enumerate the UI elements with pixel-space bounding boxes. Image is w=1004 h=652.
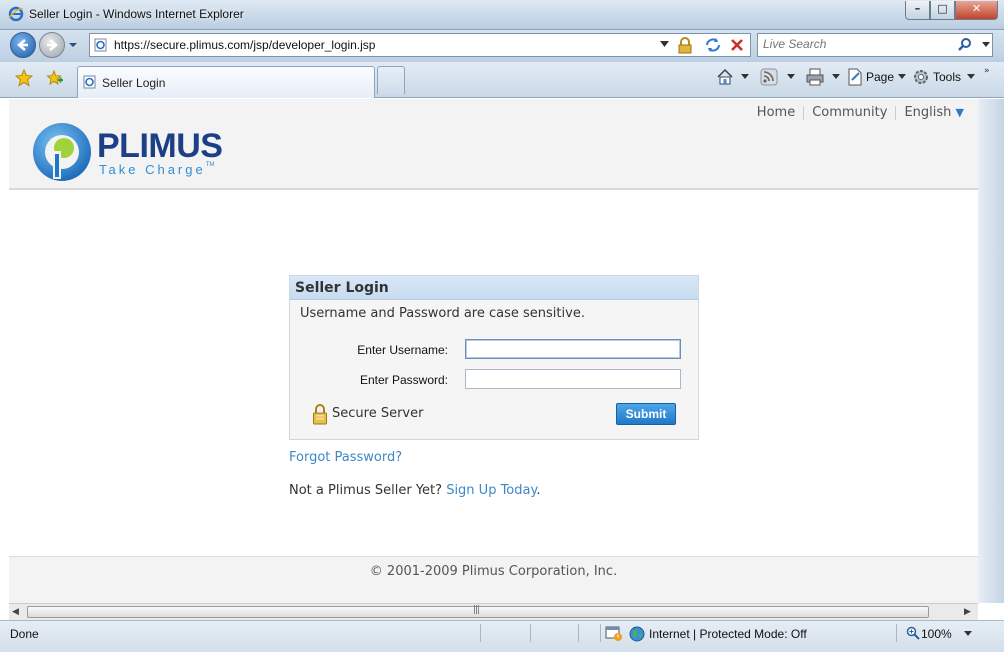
signup-link[interactable]: Sign Up Today	[446, 483, 536, 498]
window-titlebar: Seller Login - Windows Internet Explorer…	[0, 0, 1004, 30]
scroll-left-arrow-icon[interactable]: ◀	[12, 607, 19, 617]
zoom-level[interactable]: 100%	[921, 627, 952, 641]
login-title: Seller Login	[295, 280, 389, 296]
status-divider	[480, 624, 481, 642]
close-button[interactable]: ✕	[955, 1, 998, 20]
refresh-button[interactable]	[703, 36, 723, 54]
case-sensitivity-note: Username and Password are case sensitive…	[300, 306, 585, 321]
status-divider	[578, 624, 579, 642]
page-menu-icon	[848, 68, 862, 86]
back-arrow-icon	[17, 39, 28, 51]
language-selector[interactable]: English ▼	[896, 105, 972, 120]
forward-button[interactable]	[39, 32, 65, 58]
status-bar: Done Internet | Protected Mode: Off 100%	[0, 620, 1004, 652]
copyright-text: © 2001-2009 Plimus Corporation, Inc.	[369, 564, 618, 579]
logo-tagline: Take ChargeTM	[99, 162, 214, 177]
scroll-right-arrow-icon[interactable]: ▶	[964, 607, 971, 617]
page-icon	[83, 75, 96, 89]
signup-prompt: Not a Plimus Seller Yet? Sign Up Today.	[289, 483, 540, 498]
home-dropdown-icon[interactable]	[741, 74, 749, 80]
signup-suffix: .	[536, 483, 541, 498]
print-icon[interactable]	[806, 68, 824, 86]
refresh-icon	[706, 38, 720, 52]
tools-dropdown-icon[interactable]	[967, 74, 975, 80]
tab-seller-login[interactable]: Seller Login	[77, 66, 375, 98]
status-text: Done	[10, 627, 39, 641]
home-icon[interactable]	[716, 68, 734, 86]
username-label: Enter Username:	[357, 343, 448, 357]
plimus-logo-mark-icon	[33, 123, 91, 181]
password-field[interactable]	[465, 369, 681, 389]
gear-icon	[914, 70, 928, 84]
recent-pages-dropdown-icon[interactable]	[68, 40, 78, 50]
site-header: Home Community English ▼ PLIMUS Take Charg…	[9, 99, 978, 190]
plimus-logo[interactable]: PLIMUS Take ChargeTM	[31, 121, 231, 183]
secure-server-label: Secure Server	[332, 406, 424, 421]
seller-login-panel: Seller Login Username and Password are c…	[289, 275, 699, 440]
close-icon: ✕	[971, 2, 982, 15]
stop-icon	[731, 39, 743, 51]
popup-blocker-icon[interactable]	[605, 626, 623, 642]
scrollbar-grip-icon: |||	[473, 605, 480, 615]
logo-trademark: TM	[205, 162, 215, 168]
window-right-edge	[978, 99, 1004, 603]
forgot-password-link[interactable]: Forgot Password?	[289, 450, 402, 465]
site-footer: © 2001-2009 Plimus Corporation, Inc.	[9, 556, 978, 603]
ie-logo-icon	[8, 6, 24, 22]
address-bar[interactable]	[89, 33, 751, 57]
search-provider-dropdown-icon[interactable]	[982, 42, 990, 48]
command-overflow-chevron-icon[interactable]: »	[984, 66, 990, 76]
tab-label: Seller Login	[102, 76, 166, 90]
search-input[interactable]	[763, 37, 953, 51]
horizontal-scrollbar[interactable]: ◀ ||| ▶	[9, 603, 978, 620]
padlock-icon	[313, 404, 327, 425]
nav-home-link[interactable]: Home	[749, 105, 803, 120]
nav-community-link[interactable]: Community	[804, 105, 895, 120]
status-divider	[600, 624, 601, 642]
zoom-icon[interactable]	[906, 626, 920, 640]
maximize-button[interactable]: □	[930, 1, 955, 20]
forward-arrow-icon	[47, 39, 58, 51]
security-zone-text[interactable]: Internet | Protected Mode: Off	[649, 627, 807, 641]
password-label: Enter Password:	[359, 373, 448, 387]
feeds-icon[interactable]	[760, 68, 778, 86]
language-dropdown-icon: ▼	[955, 106, 964, 119]
page-icon	[94, 38, 107, 52]
navigation-bar	[0, 30, 1004, 62]
username-field[interactable]	[465, 339, 681, 359]
logo-tagline-text: Take Charge	[99, 162, 206, 177]
submit-button[interactable]: Submit	[616, 403, 676, 425]
logo-wordmark: PLIMUS	[97, 127, 223, 165]
tab-and-command-bar: Seller Login Page Tools »	[0, 62, 1004, 98]
window-title: Seller Login - Windows Internet Explorer	[29, 7, 244, 21]
ssl-lock-icon[interactable]	[677, 37, 693, 54]
search-icon[interactable]	[957, 37, 973, 53]
address-dropdown-icon[interactable]	[660, 41, 669, 48]
maximize-icon: □	[937, 2, 948, 15]
page-viewport: Home Community English ▼ PLIMUS Take Charg…	[9, 99, 978, 603]
print-dropdown-icon[interactable]	[832, 74, 840, 80]
tools-menu[interactable]: Tools	[933, 70, 961, 84]
signup-prefix: Not a Plimus Seller Yet?	[289, 483, 443, 498]
back-button[interactable]	[10, 32, 36, 58]
search-box[interactable]	[757, 33, 993, 57]
login-panel-header: Seller Login	[290, 276, 698, 300]
favorites-center-icon[interactable]	[15, 69, 33, 87]
minimize-icon: –	[914, 2, 921, 15]
status-divider	[530, 624, 531, 642]
page-dropdown-icon[interactable]	[898, 74, 906, 80]
address-input[interactable]	[114, 36, 654, 54]
site-top-nav: Home Community English ▼	[749, 105, 972, 120]
status-divider	[896, 624, 897, 642]
stop-button[interactable]	[727, 36, 747, 54]
feeds-dropdown-icon[interactable]	[787, 74, 795, 80]
page-menu[interactable]: Page	[866, 70, 894, 84]
new-tab-button[interactable]	[377, 66, 405, 94]
minimize-button[interactable]: –	[905, 1, 930, 20]
zoom-dropdown-icon[interactable]	[964, 631, 972, 637]
globe-icon[interactable]	[629, 626, 645, 642]
add-to-favorites-icon[interactable]	[45, 69, 63, 87]
language-label: English	[904, 105, 952, 120]
scrollbar-thumb[interactable]: |||	[27, 605, 929, 618]
